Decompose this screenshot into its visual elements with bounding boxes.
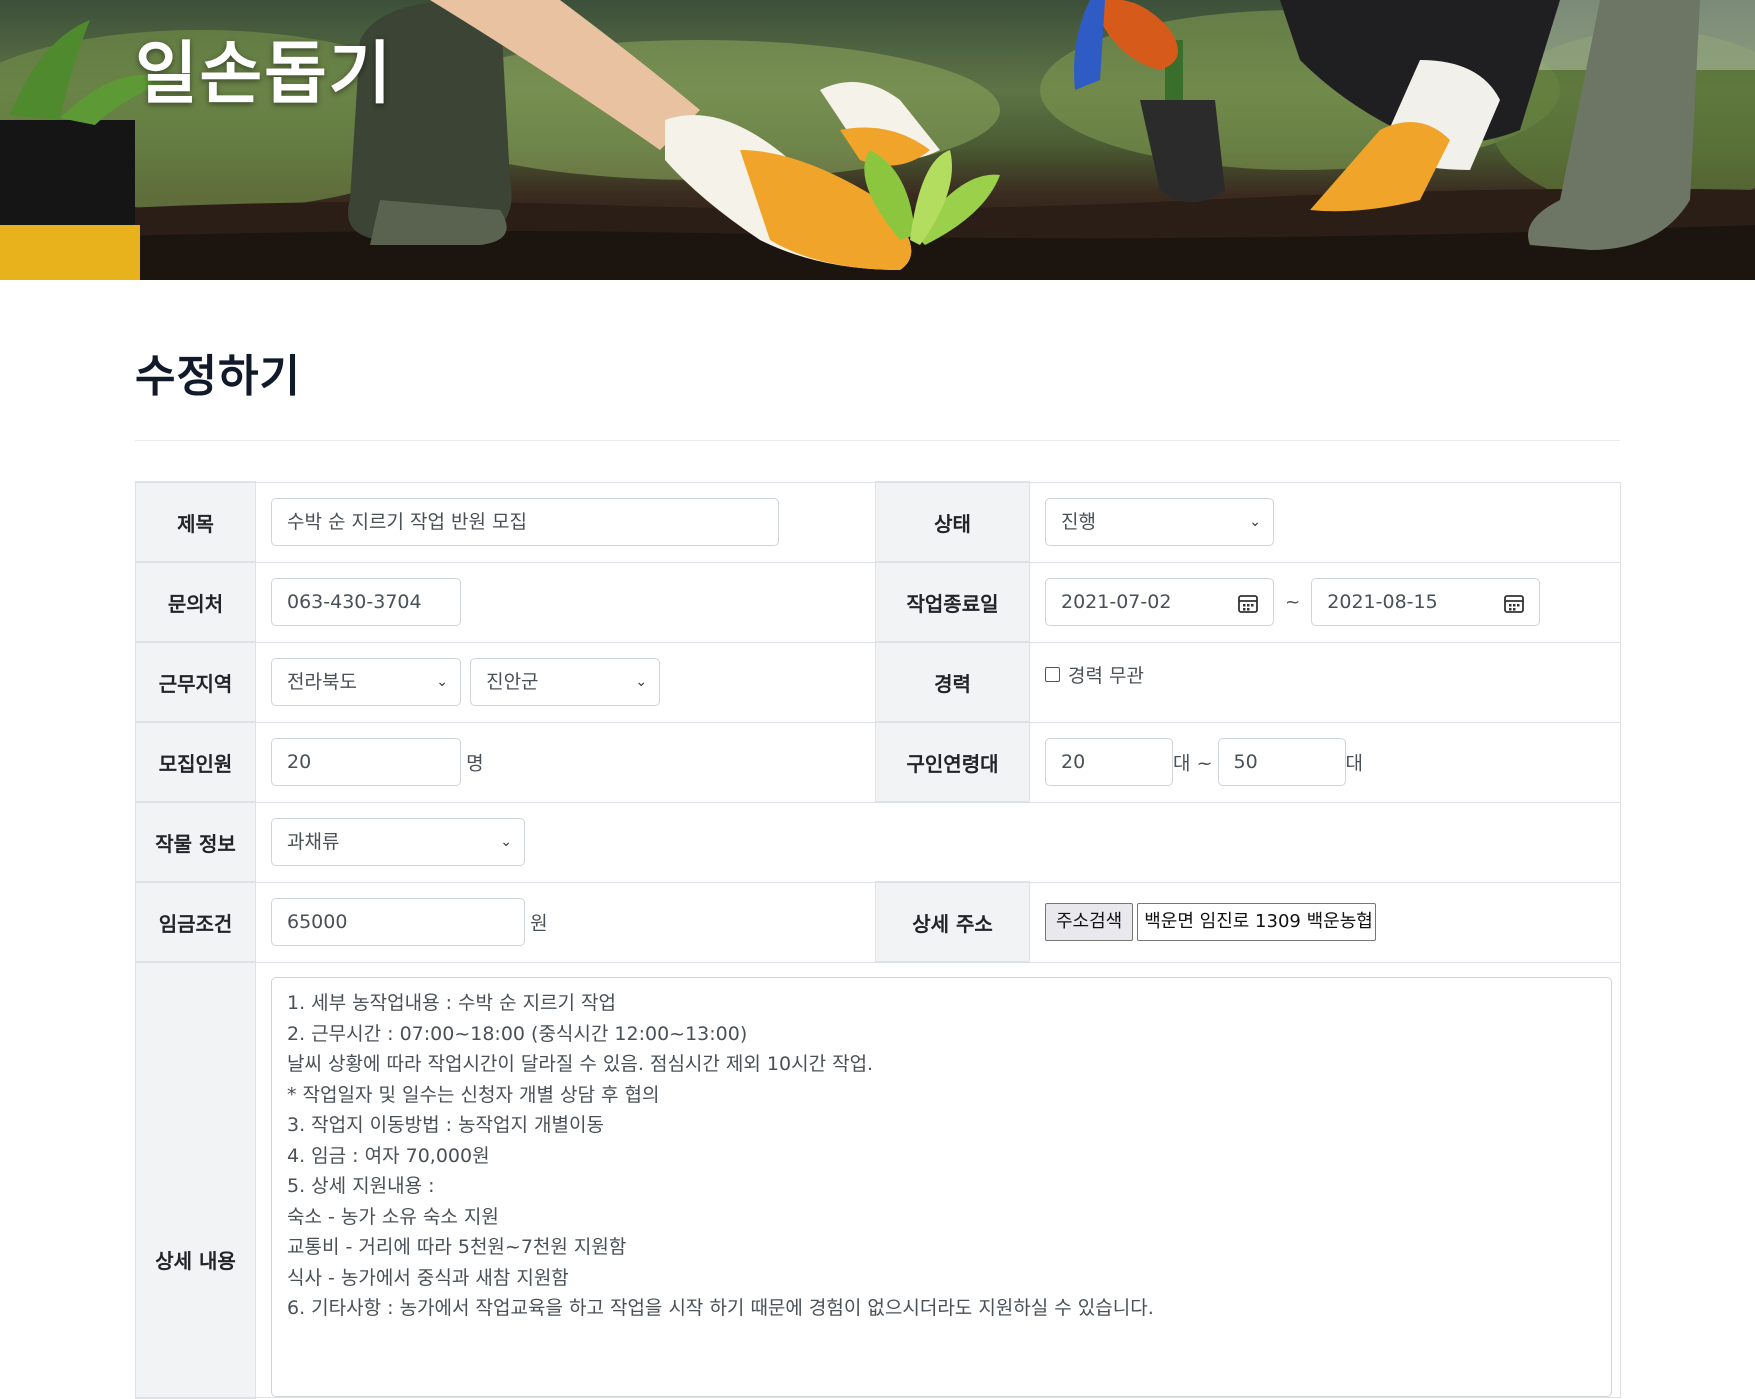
- recruit-unit: 명: [466, 752, 484, 775]
- form-row-recruit: 모집인원 20 명 구인연령대 20 대 ~ 50 대: [135, 721, 1621, 803]
- province-select-value: 전라북도: [287, 671, 357, 693]
- county-select-value: 진안군: [486, 671, 539, 693]
- chevron-down-icon: ⌄: [436, 674, 448, 690]
- chevron-down-icon: ⌄: [500, 834, 512, 850]
- detail-line: 날씨 상황에 따라 작업시간이 달라질 수 있음. 점심시간 제외 10시간 작…: [287, 1053, 874, 1075]
- title-label: 제목: [135, 481, 256, 563]
- detail-line: 3. 작업지 이동방법 : 농작업지 개별이동: [287, 1114, 604, 1136]
- detail-label: 상세 내용: [135, 961, 256, 1399]
- main-content: 수정하기 제목 수박 순 지르기 작업 반원 모집 상태 진행 ⌄ 문의처 06…: [135, 280, 1621, 1399]
- status-select-value: 진행: [1061, 511, 1096, 533]
- career-label: 경력: [875, 641, 1030, 723]
- recruit-count-input[interactable]: 20: [271, 738, 461, 786]
- province-select[interactable]: 전라북도 ⌄: [271, 658, 461, 706]
- contact-label: 문의처: [135, 561, 256, 643]
- detail-line: 숙소 - 농가 소유 숙소 지원: [287, 1205, 499, 1228]
- form-row-detail: 상세 내용 1. 세부 농작업내용 : 수박 순 지르기 작업 2. 근무시간 :…: [135, 961, 1621, 1399]
- form-row-contact: 문의처 063-430-3704 작업종료일 2021-07-02 ~ 2021…: [135, 561, 1621, 643]
- age-max-unit: 대: [1345, 752, 1364, 775]
- address-label: 상세 주소: [875, 881, 1030, 963]
- end-date-label: 작업종료일: [875, 561, 1030, 643]
- detail-line: 교통비 - 거리에 따라 5천원~7천원 지원함: [287, 1236, 627, 1258]
- detail-line: 식사 - 농가에서 중식과 새참 지원함: [287, 1266, 569, 1289]
- calendar-icon[interactable]: [1237, 592, 1259, 614]
- detail-line: 5. 상세 지원내용 :: [287, 1175, 435, 1197]
- edit-form-table: 제목 수박 순 지르기 작업 반원 모집 상태 진행 ⌄ 문의처 063-430…: [135, 481, 1621, 1399]
- status-select[interactable]: 진행 ⌄: [1045, 498, 1274, 546]
- career-any-checkbox-label[interactable]: 경력 무관: [1068, 665, 1144, 687]
- form-row-wage: 임금조건 65000 원 상세 주소 주소검색 백운면 임진로 1309 백운농협: [135, 881, 1621, 963]
- career-any-checkbox[interactable]: [1045, 666, 1060, 682]
- hero-banner: 일손돕기: [0, 0, 1755, 280]
- end-date-input[interactable]: 2021-08-15: [1311, 578, 1541, 626]
- detail-line: 6. 기타사항 : 농가에서 작업교육을 하고 작업을 시작 하기 때문에 경험…: [287, 1297, 1154, 1319]
- chevron-down-icon: ⌄: [1249, 514, 1261, 530]
- crop-label: 작물 정보: [135, 801, 256, 883]
- status-label: 상태: [875, 481, 1030, 563]
- chevron-down-icon: ⌄: [635, 674, 648, 690]
- age-min-input[interactable]: 20: [1045, 738, 1173, 786]
- age-max-input[interactable]: 50: [1217, 738, 1346, 786]
- detail-line: 1. 세부 농작업내용 : 수박 순 지르기 작업: [287, 992, 617, 1014]
- wage-label: 임금조건: [135, 881, 256, 963]
- recruit-label: 모집인원: [135, 721, 256, 803]
- detail-line: * 작업일자 및 일수는 신청자 개별 상담 후 협의: [287, 1083, 660, 1106]
- form-row-crop: 작물 정보 과채류 ⌄: [135, 801, 1621, 883]
- contact-input[interactable]: 063-430-3704: [271, 578, 461, 626]
- form-row-title: 제목 수박 순 지르기 작업 반원 모집 상태 진행 ⌄: [135, 481, 1621, 563]
- county-select[interactable]: 진안군 ⌄: [470, 658, 661, 706]
- age-label: 구인연령대: [875, 721, 1030, 803]
- title-input[interactable]: 수박 순 지르기 작업 반원 모집: [271, 498, 779, 546]
- age-min-unit: 대 ~: [1173, 752, 1213, 775]
- detail-textarea[interactable]: 1. 세부 농작업내용 : 수박 순 지르기 작업 2. 근무시간 : 07:00…: [271, 977, 1612, 1397]
- banner-title: 일손돕기: [135, 35, 394, 114]
- end-date-value: 2021-08-15: [1327, 591, 1438, 613]
- title-divider: [135, 440, 1620, 441]
- calendar-icon[interactable]: [1503, 592, 1525, 614]
- start-date-value: 2021-07-02: [1061, 591, 1172, 613]
- form-row-region: 근무지역 전라북도 ⌄ 진안군 ⌄ 경력 경력 무관: [135, 641, 1621, 723]
- wage-input[interactable]: 65000: [271, 898, 525, 946]
- wage-unit: 원: [530, 912, 548, 935]
- crop-select-value: 과채류: [287, 831, 340, 853]
- address-input[interactable]: 백운면 임진로 1309 백운농협: [1137, 903, 1377, 941]
- detail-line: 4. 임금 : 여자 70,000원: [287, 1144, 490, 1167]
- crop-select[interactable]: 과채류 ⌄: [271, 818, 525, 866]
- detail-line: 2. 근무시간 : 07:00~18:00 (중식시간 12:00~13:00): [287, 1022, 748, 1045]
- page-title: 수정하기: [135, 351, 301, 402]
- address-search-button[interactable]: 주소검색: [1045, 903, 1134, 941]
- start-date-input[interactable]: 2021-07-02: [1045, 578, 1274, 626]
- date-separator: ~: [1285, 591, 1301, 613]
- region-label: 근무지역: [135, 641, 256, 723]
